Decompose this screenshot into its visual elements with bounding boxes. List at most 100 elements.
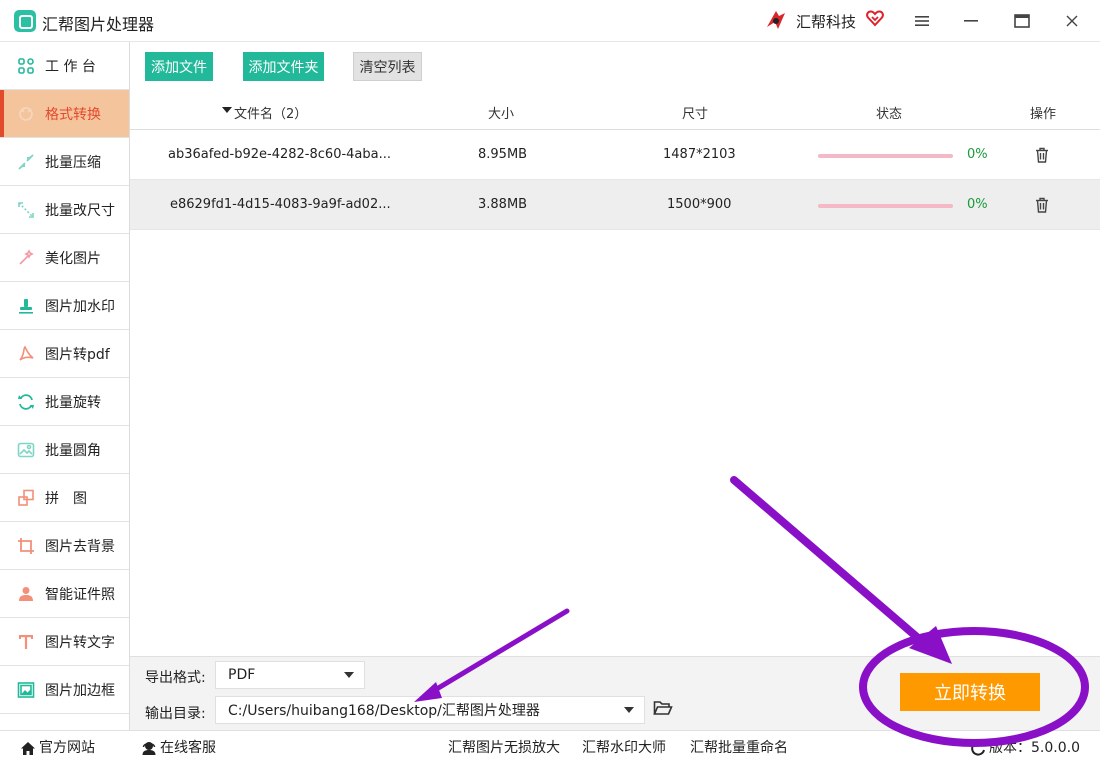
sidebar-item-border[interactable]: 图片加边框: [0, 666, 129, 714]
footer-link-upscale[interactable]: 汇帮图片无损放大: [448, 737, 560, 757]
border-icon: [16, 680, 36, 700]
online-support-label: 在线客服: [160, 740, 216, 756]
online-support-link[interactable]: 在线客服: [141, 737, 216, 757]
footer: 官方网站 在线客服 汇帮图片无损放大 汇帮水印大师 汇帮批量重命名 版本：5.0…: [0, 730, 1100, 760]
progress-percent: 0%: [967, 147, 988, 162]
output-dir-label: 输出目录:: [145, 706, 206, 722]
clear-list-button[interactable]: 清空列表: [353, 52, 422, 81]
sidebar-item-round-corner[interactable]: 批量圆角: [0, 426, 129, 474]
title-bar: 汇帮图片处理器 汇帮科技: [0, 0, 1100, 42]
sidebar: 工 作 台 格式转换 批量压缩 批量改尺寸 美化图片 图片加水印 图片转pdf …: [0, 42, 130, 730]
menu-icon[interactable]: [909, 8, 935, 34]
brand-name: 汇帮科技: [796, 13, 857, 31]
export-format-value: PDF: [228, 667, 256, 683]
round-corner-icon: [16, 440, 36, 460]
sort-down-icon[interactable]: [222, 103, 232, 118]
sidebar-item-label: 格式转换: [45, 106, 101, 123]
row-dimensions: 1487*2103: [663, 147, 736, 162]
add-folder-button[interactable]: 添加文件夹: [243, 52, 324, 81]
table-row[interactable]: ab36afed-b92e-4282-8c60-4aba... 8.95MB 1…: [130, 130, 1100, 180]
sidebar-item-rotate[interactable]: 批量旋转: [0, 378, 129, 426]
sidebar-item-workspace[interactable]: 工 作 台: [0, 42, 129, 90]
row-dimensions: 1500*900: [667, 197, 732, 212]
sidebar-item-label: 批量旋转: [45, 394, 101, 411]
watermark-icon: [16, 296, 36, 316]
table-row[interactable]: e8629fd1-4d15-4083-9a9f-ad02... 3.88MB 1…: [130, 180, 1100, 230]
column-header-dimensions[interactable]: 尺寸: [682, 103, 708, 122]
sidebar-item-label: 批量改尺寸: [45, 202, 115, 219]
table-header: 文件名（2） 大小 尺寸 状态 操作: [130, 92, 1100, 130]
column-header-actions: 操作: [1030, 107, 1057, 122]
chevron-down-icon: [344, 672, 354, 678]
sidebar-item-beautify[interactable]: 美化图片: [0, 234, 129, 282]
column-header-filename[interactable]: 文件名（2）: [234, 103, 307, 122]
refresh-icon: [971, 741, 985, 756]
brand-logo-icon: [767, 11, 785, 29]
folder-open-icon[interactable]: [653, 699, 675, 719]
sidebar-item-label: 图片去背景: [45, 538, 115, 555]
sidebar-item-label: 图片转文字: [45, 634, 115, 651]
sidebar-item-remove-bg[interactable]: 图片去背景: [0, 522, 129, 570]
sidebar-item-label: 图片加水印: [45, 298, 115, 315]
output-dir-value: C:/Users/huibang168/Desktop/汇帮图片处理器: [228, 703, 540, 719]
row-size: 8.95MB: [478, 147, 528, 162]
app-title: 汇帮图片处理器: [42, 15, 155, 34]
sidebar-item-label: 图片转pdf: [45, 346, 110, 363]
collage-icon: [16, 488, 36, 508]
row-filename: e8629fd1-4d15-4083-9a9f-ad02...: [170, 197, 391, 212]
sidebar-item-format-convert[interactable]: 格式转换: [0, 90, 129, 138]
sidebar-item-label: 美化图片: [45, 250, 101, 267]
app-window: 汇帮图片处理器 汇帮科技 工 作 台 格式转换 批量压缩 批量改尺寸 美化图片 …: [0, 0, 1100, 760]
sidebar-item-label: 工 作 台: [45, 58, 96, 75]
footer-link-rename[interactable]: 汇帮批量重命名: [690, 737, 788, 757]
output-settings-panel: 导出格式: PDF 输出目录: C:/Users/huibang168/Desk…: [130, 656, 1100, 730]
version-info: 版本：5.0.0.0: [970, 737, 1080, 757]
minimize-icon[interactable]: [958, 8, 984, 34]
sidebar-item-compress[interactable]: 批量压缩: [0, 138, 129, 186]
heart-badge-icon[interactable]: [865, 8, 885, 28]
sidebar-item-pdf[interactable]: 图片转pdf: [0, 330, 129, 378]
rotate-icon: [16, 392, 36, 412]
official-website-link[interactable]: 官方网站: [20, 737, 95, 757]
progress-bar: [818, 204, 953, 208]
export-format-select[interactable]: PDF: [215, 661, 365, 689]
convert-now-button[interactable]: 立即转换: [900, 673, 1040, 711]
chevron-down-icon: [624, 707, 634, 713]
version-label: 版本：5.0.0.0: [989, 740, 1080, 756]
workspace-icon: [16, 56, 36, 76]
footer-link-watermark[interactable]: 汇帮水印大师: [582, 737, 666, 757]
row-size: 3.88MB: [478, 197, 528, 212]
close-icon[interactable]: [1059, 8, 1085, 34]
compress-icon: [16, 152, 36, 172]
column-header-status: 状态: [876, 107, 903, 122]
sidebar-item-resize[interactable]: 批量改尺寸: [0, 186, 129, 234]
remove-bg-icon: [16, 536, 36, 556]
file-table: 文件名（2） 大小 尺寸 状态 操作 ab36afed-b92e-4282-8c…: [130, 92, 1100, 656]
sidebar-item-label: 批量压缩: [45, 154, 101, 171]
delete-icon[interactable]: [1033, 196, 1051, 214]
sidebar-item-label: 拼 图: [45, 490, 87, 507]
home-icon: [21, 741, 35, 755]
row-filename: ab36afed-b92e-4282-8c60-4aba...: [168, 147, 392, 162]
id-photo-icon: [16, 584, 36, 604]
column-header-size[interactable]: 大小: [488, 103, 514, 122]
output-dir-select[interactable]: C:/Users/huibang168/Desktop/汇帮图片处理器: [215, 696, 645, 724]
official-website-label: 官方网站: [39, 740, 95, 756]
export-format-label: 导出格式:: [145, 670, 206, 686]
maximize-icon[interactable]: [1009, 8, 1035, 34]
sidebar-item-label: 智能证件照: [45, 586, 115, 603]
app-logo-icon: [14, 10, 36, 32]
sidebar-item-label: 批量圆角: [45, 442, 101, 459]
beautify-icon: [16, 248, 36, 268]
customer-service-icon: [142, 742, 156, 755]
toolbar: 添加文件 添加文件夹 清空列表: [130, 42, 1100, 92]
sidebar-item-watermark[interactable]: 图片加水印: [0, 282, 129, 330]
ocr-text-icon: [16, 632, 36, 652]
progress-bar: [818, 154, 953, 158]
sidebar-item-ocr-text[interactable]: 图片转文字: [0, 618, 129, 666]
format-convert-icon: [16, 104, 36, 124]
sidebar-item-collage[interactable]: 拼 图: [0, 474, 129, 522]
sidebar-item-id-photo[interactable]: 智能证件照: [0, 570, 129, 618]
add-file-button[interactable]: 添加文件: [145, 52, 213, 81]
delete-icon[interactable]: [1033, 146, 1051, 164]
